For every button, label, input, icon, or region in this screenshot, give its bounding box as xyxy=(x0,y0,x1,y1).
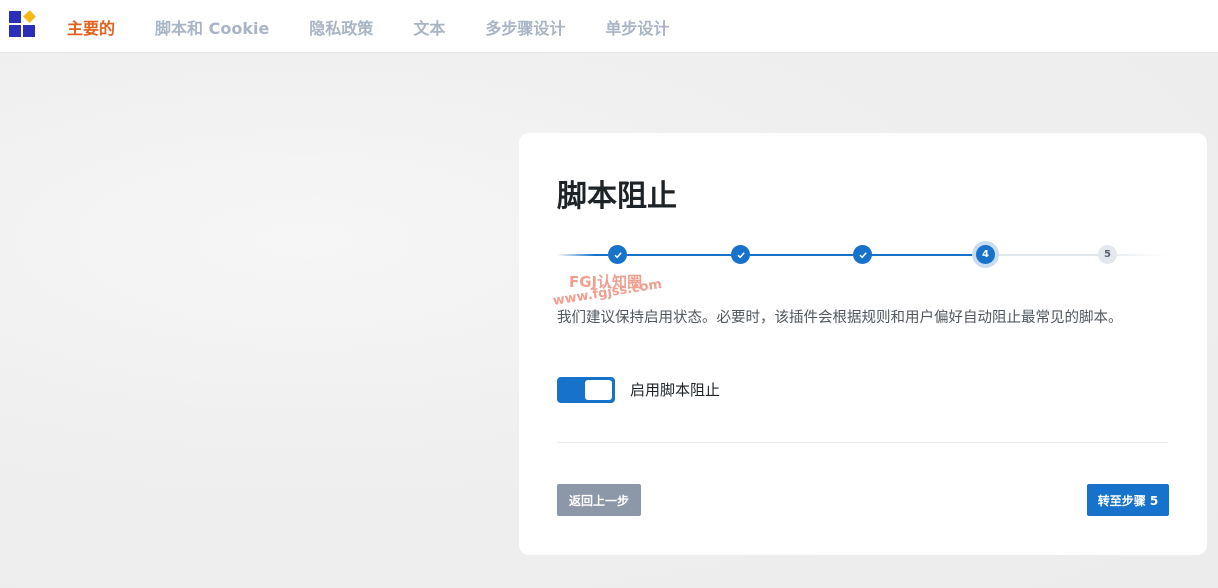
top-nav-bar: 主要的 脚本和 Cookie 隐私政策 文本 多步骤设计 单步设计 xyxy=(0,0,1218,53)
toggle-knob xyxy=(585,380,612,400)
step-3-done-icon[interactable] xyxy=(853,245,872,264)
nav-tab-singlestep-design[interactable]: 单步设计 xyxy=(605,15,669,39)
step-1-done-icon[interactable] xyxy=(608,245,627,264)
nav-tab-main[interactable]: 主要的 xyxy=(67,15,115,39)
app-logo-icon[interactable] xyxy=(9,10,37,39)
nav-tab-scripts-cookie[interactable]: 脚本和 Cookie xyxy=(155,15,269,39)
page-title: 脚本阻止 xyxy=(557,179,677,214)
next-step-button[interactable]: 转至步骤 5 xyxy=(1087,484,1169,516)
wizard-card: 脚本阻止 4 5 FGJ认知圈 www.fgjss.com 我们建议保持启用状态… xyxy=(519,133,1207,555)
step-5-pending[interactable]: 5 xyxy=(1098,245,1117,264)
nav-tab-text[interactable]: 文本 xyxy=(413,15,445,39)
watermark-line-1: FGJ认知圈 xyxy=(569,273,643,291)
toggle-label: 启用脚本阻止 xyxy=(630,381,721,399)
divider xyxy=(557,442,1168,443)
step-description: 我们建议保持启用状态。必要时，该插件会根据规则和用户偏好自动阻止最常见的脚本。 xyxy=(557,310,1123,326)
step-2-done-icon[interactable] xyxy=(731,245,750,264)
watermark-line-2: www.fgjss.com xyxy=(551,276,663,309)
previous-step-button[interactable]: 返回上一步 xyxy=(557,484,641,516)
step-4-current[interactable]: 4 xyxy=(976,245,995,264)
nav-tab-multistep-design[interactable]: 多步骤设计 xyxy=(485,15,565,39)
nav-tab-privacy-policy[interactable]: 隐私政策 xyxy=(309,15,373,39)
main-nav: 主要的 脚本和 Cookie 隐私政策 文本 多步骤设计 单步设计 xyxy=(67,0,709,53)
script-blocking-toggle[interactable] xyxy=(557,377,615,403)
